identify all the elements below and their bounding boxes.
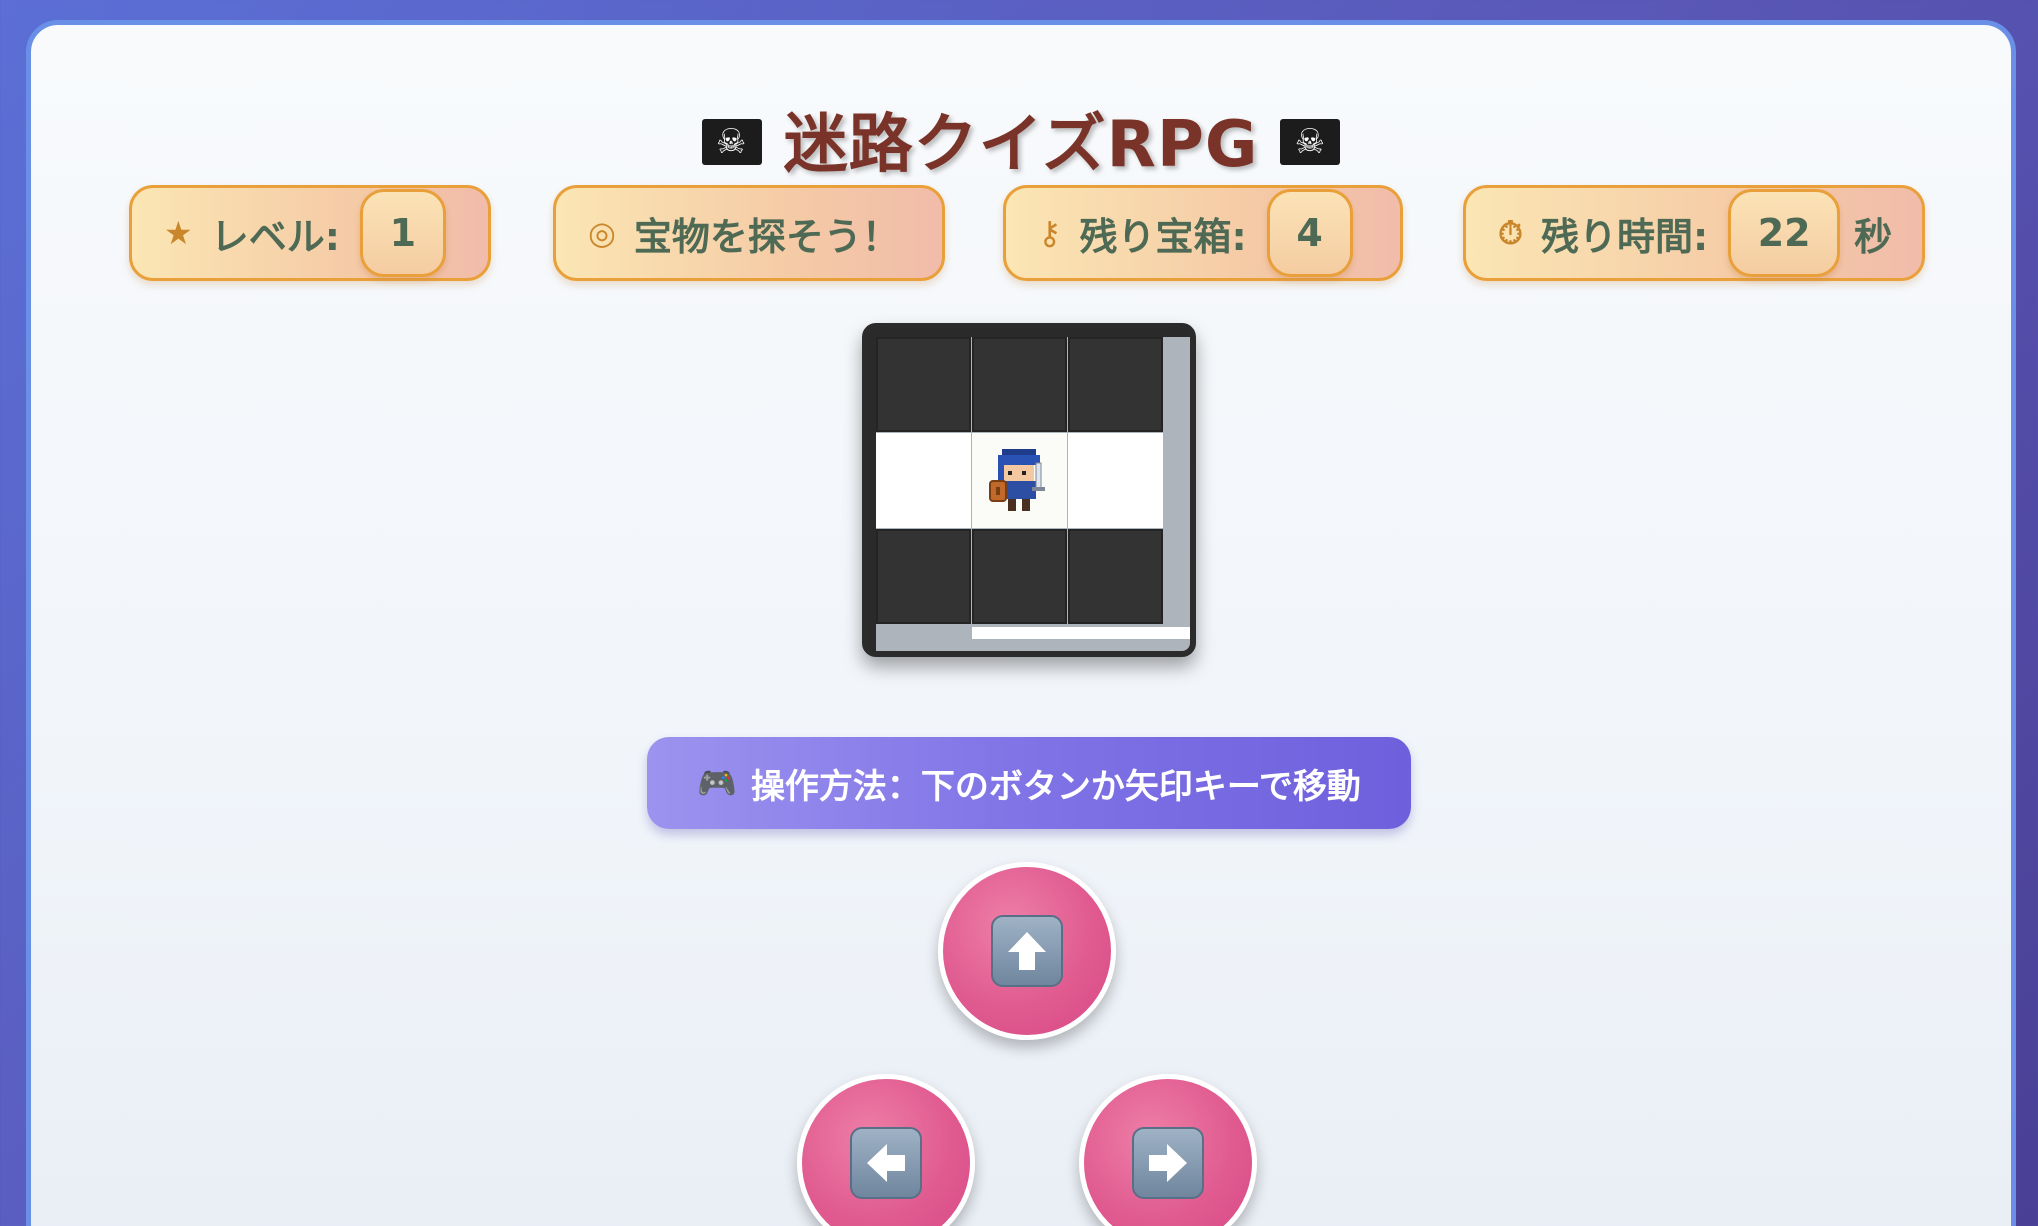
game-card: ☠ 迷路クイズRPG ☠ ★ レベル: 1 ◎ 宝物を探そう！ ⚷ 残り宝箱: 4 …: [26, 20, 2016, 1226]
maze-cell-wall: [1068, 337, 1163, 432]
key-icon: ⚷: [1038, 214, 1062, 252]
help-text: 操作方法：下のボタンか矢印キーで移動: [750, 766, 1361, 807]
maze-cell-path: [876, 433, 971, 528]
maze-grid: [876, 337, 1190, 651]
maze-cell-wall: [1068, 529, 1163, 624]
pirate-flag-icon: ☠: [1280, 119, 1341, 166]
objective-pill: ◎ 宝物を探そう！: [553, 185, 945, 281]
left-arrow-icon: [850, 1127, 922, 1199]
move-up-button[interactable]: [938, 862, 1116, 1040]
move-left-button[interactable]: [797, 1074, 975, 1226]
up-arrow-icon: [991, 915, 1063, 987]
level-label: レベル:: [210, 214, 340, 259]
chests-pill: ⚷ 残り宝箱: 4: [1003, 185, 1403, 281]
controls-help: 🎮 操作方法：下のボタンか矢印キーで移動: [647, 737, 1411, 829]
maze-cell-wall: [876, 529, 971, 624]
maze-cell-path: [1068, 433, 1163, 528]
title-text: 迷路クイズRPG: [783, 108, 1259, 182]
timer-label: 残り時間:: [1540, 214, 1709, 259]
hero-cell: [972, 433, 1067, 528]
timer-unit: 秒: [1854, 214, 1893, 259]
page-title: ☠ 迷路クイズRPG ☠: [31, 93, 2011, 185]
timer-pill: ⏱ 残り時間: 22 秒: [1463, 185, 1925, 281]
right-arrow-icon: [1132, 1127, 1204, 1199]
target-icon: ◎: [588, 214, 616, 252]
move-right-button[interactable]: [1079, 1074, 1257, 1226]
maze-cell-wall: [876, 337, 971, 432]
hero-knight-icon: [989, 449, 1045, 511]
star-icon: ★: [164, 214, 193, 252]
maze-cell-wall: [972, 337, 1067, 432]
maze-cell-wall: [972, 529, 1067, 624]
level-value: 1: [359, 189, 446, 277]
maze-cell-path-edge: [972, 627, 1190, 639]
level-pill: ★ レベル: 1: [129, 185, 491, 281]
timer-value: 22: [1728, 189, 1841, 277]
objective-label: 宝物を探そう！: [633, 214, 900, 259]
maze-viewport: [862, 323, 1196, 657]
pirate-flag-icon: ☠: [701, 119, 762, 166]
chests-label: 残り宝箱:: [1079, 214, 1247, 259]
chests-value: 4: [1266, 189, 1353, 277]
gamepad-icon: 🎮: [697, 764, 737, 802]
stopwatch-icon: ⏱: [1498, 213, 1523, 252]
